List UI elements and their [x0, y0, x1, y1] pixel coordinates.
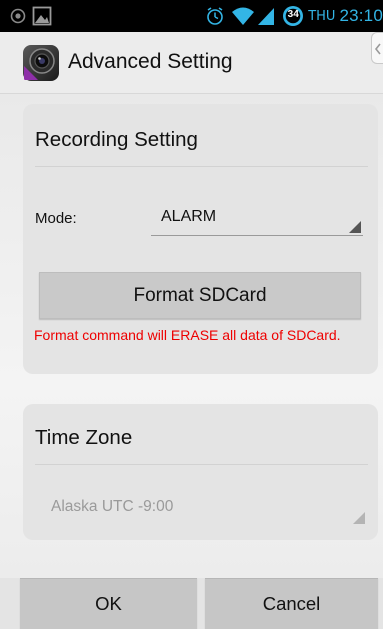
dialog-button-bar: OK Cancel [0, 578, 383, 629]
alarm-icon [207, 7, 224, 25]
status-day: THU [308, 8, 336, 24]
divider [35, 166, 368, 167]
image-icon [32, 6, 52, 26]
time-zone-title: Time Zone [35, 426, 133, 449]
mode-label: Mode: [35, 210, 77, 227]
mode-value: ALARM [161, 208, 217, 225]
signal-icon [258, 8, 275, 25]
format-sdcard-button[interactable]: Format SDCard [39, 272, 361, 319]
chevron-left-icon [374, 43, 381, 55]
wifi-icon [232, 7, 255, 25]
time-zone-value: Alaska UTC -9:00 [51, 498, 174, 515]
dropdown-triangle-icon [353, 512, 365, 524]
recording-setting-title: Recording Setting [35, 128, 198, 151]
mode-dropdown[interactable]: ALARM [151, 198, 363, 236]
ok-button[interactable]: OK [20, 578, 197, 629]
app-logo-icon [23, 45, 59, 81]
recording-setting-card: Recording Setting Mode: ALARM Format SDC… [23, 104, 378, 374]
time-zone-dropdown[interactable]: Alaska UTC -9:00 [35, 492, 365, 526]
status-bar: 34 THU 23:10 [0, 0, 383, 32]
divider [35, 464, 368, 465]
settings-content: Recording Setting Mode: ALARM Format SDC… [0, 94, 383, 578]
action-bar: Advanced Setting [0, 32, 383, 94]
battery-level: 34 [287, 9, 299, 20]
time-zone-card: Time Zone Alaska UTC -9:00 [23, 404, 378, 540]
status-time: 23:10 [339, 6, 383, 25]
battery-icon: 34 [282, 5, 304, 27]
page-title: Advanced Setting [68, 50, 233, 73]
format-warning-text: Format command will ERASE all data of SD… [34, 327, 341, 343]
notification-icon [10, 8, 26, 24]
collapse-tab[interactable] [371, 32, 383, 64]
cancel-button[interactable]: Cancel [205, 578, 378, 629]
dropdown-triangle-icon [349, 221, 361, 233]
